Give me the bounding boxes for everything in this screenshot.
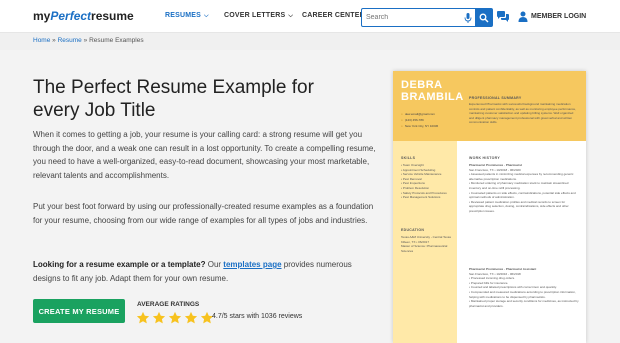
logo-part-perfect: Perfect bbox=[50, 9, 92, 23]
intro-paragraph: When it comes to getting a job, your res… bbox=[33, 130, 376, 180]
create-my-resume-button[interactable]: CREATE MY RESUME bbox=[33, 299, 125, 323]
user-icon[interactable] bbox=[518, 11, 528, 22]
nav-career-center[interactable]: CAREER CENTER bbox=[302, 12, 365, 19]
search-input[interactable] bbox=[366, 11, 458, 24]
resume-address: New York City, NY 10036 bbox=[401, 123, 438, 129]
breadcrumb-home[interactable]: Home bbox=[33, 37, 50, 44]
star-icon bbox=[168, 311, 182, 324]
chevron-down-icon: ⌵ bbox=[288, 13, 294, 19]
chevron-down-icon: ⌵ bbox=[204, 13, 209, 19]
nav-cover-letters[interactable]: COVER LETTERS ⌵ bbox=[224, 12, 293, 20]
templates-question: Looking for a resume example or a templa… bbox=[33, 260, 206, 269]
search-box bbox=[361, 8, 493, 27]
site-logo[interactable]: myPerfectresume bbox=[33, 9, 134, 23]
site-header: myPerfectresume RESUMES ⌵ COVER LETTERS ⌵ … bbox=[0, 0, 620, 33]
page-title: The Perfect Resume Example for every Job… bbox=[33, 77, 314, 121]
resume-education-school: Texas A&M University - Central Texas bbox=[401, 235, 451, 239]
templates-page-link[interactable]: templates page bbox=[223, 260, 281, 269]
resume-education-heading: EDUCATION bbox=[401, 228, 425, 232]
star-icon bbox=[152, 311, 166, 324]
average-ratings-label: AVERAGE RATINGS bbox=[137, 301, 200, 308]
breadcrumb-resume[interactable]: Resume bbox=[58, 37, 82, 44]
resume-summary-heading: PROFESSIONAL SUMMARY bbox=[469, 96, 522, 100]
resume-summary-text: Experienced Pharmacist with successful b… bbox=[469, 102, 577, 125]
nav-resumes[interactable]: RESUMES ⌵ bbox=[165, 12, 209, 20]
resume-job-bullet: Maintained proper storage and security c… bbox=[469, 299, 579, 308]
resume-job-bullet: Reviewed patient medication profiles and… bbox=[469, 200, 579, 214]
resume-preview[interactable]: DEBRA BRAMBILA dew.email@gmail.com (123)… bbox=[393, 71, 586, 343]
breadcrumb-current: Resume Examples bbox=[89, 37, 144, 44]
resume-job-bullet: Compounded and measured medications acco… bbox=[469, 290, 579, 299]
resume-education-degree: Master of Science: Pharmaceutical Scienc… bbox=[401, 244, 448, 253]
resume-last-name: BRAMBILA bbox=[401, 91, 464, 103]
star-icon bbox=[136, 311, 150, 324]
resume-skill-item: Pest Management Solutions bbox=[401, 195, 455, 200]
resume-job-bullet: Counseled patients on side effects, cont… bbox=[469, 191, 579, 200]
star-icon bbox=[184, 311, 198, 324]
foundation-paragraph: Put your best foot forward by using our … bbox=[33, 202, 374, 225]
breadcrumb-bar: Home » Resume » Resume Examples bbox=[0, 33, 620, 50]
rating-stars bbox=[136, 311, 214, 326]
search-button[interactable] bbox=[475, 9, 492, 26]
resume-job-bullet: Monitored ordering of pharmacy medicatio… bbox=[469, 181, 579, 190]
logo-part-resume: resume bbox=[91, 9, 134, 23]
nav-resumes-label: RESUMES bbox=[165, 12, 202, 19]
breadcrumb: Home » Resume » Resume Examples bbox=[33, 37, 144, 44]
search-icon bbox=[479, 13, 488, 22]
resume-work-heading: WORK HISTORY bbox=[469, 156, 501, 160]
microphone-icon[interactable] bbox=[462, 12, 474, 24]
resume-job-2-bullets: Processed incoming drug orders.Prepared … bbox=[469, 276, 579, 308]
chat-icon[interactable] bbox=[496, 10, 510, 23]
rating-summary: 4.7/5 stars with 1036 reviews bbox=[212, 313, 303, 320]
resume-job-1-bullets: Assessed patients in minimizing medical … bbox=[469, 172, 579, 213]
nav-cover-letters-label: COVER LETTERS bbox=[224, 12, 286, 19]
resume-job-2: Pharmacist Prominence - Pharmacist Assis… bbox=[469, 267, 579, 308]
breadcrumb-separator: » bbox=[83, 37, 88, 44]
member-login-link[interactable]: MEMBER LOGIN bbox=[531, 13, 586, 20]
nav-career-center-label: CAREER CENTER bbox=[302, 12, 365, 19]
resume-job-1: Pharmacist Prominence - Pharmacist San F… bbox=[469, 163, 579, 214]
resume-skills-list: Team OversightAppointment SchedulingServ… bbox=[401, 163, 455, 200]
templates-text-mid: Our bbox=[205, 260, 224, 269]
resume-job-bullet: Assessed patients in minimizing medical … bbox=[469, 172, 579, 181]
resume-skills-heading: SKILLS bbox=[401, 156, 416, 160]
resume-name: DEBRA BRAMBILA bbox=[401, 79, 464, 103]
templates-paragraph: Looking for a resume example or a templa… bbox=[33, 258, 378, 285]
logo-part-my: my bbox=[33, 9, 51, 23]
resume-contact: dew.email@gmail.com (123) 456-789 New Yo… bbox=[401, 111, 438, 129]
resume-first-name: DEBRA bbox=[401, 79, 443, 91]
breadcrumb-separator: » bbox=[52, 37, 56, 44]
resume-education: Texas A&M University - Central Texas Kil… bbox=[401, 235, 455, 253]
